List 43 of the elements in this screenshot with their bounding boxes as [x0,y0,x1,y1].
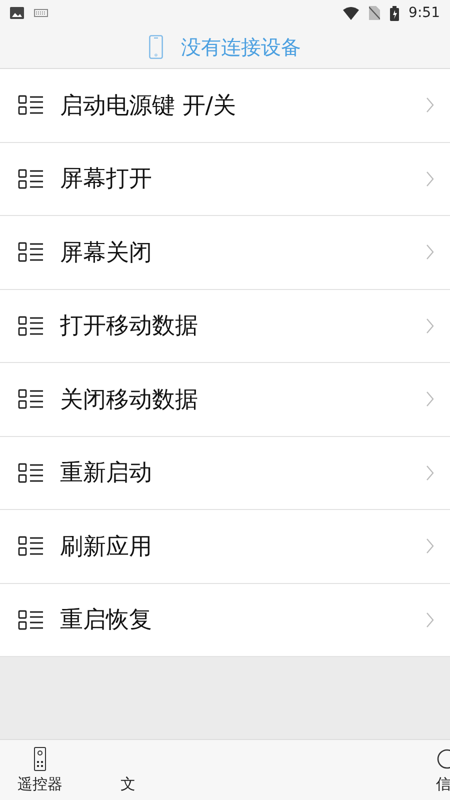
chevron-icon [426,97,434,114]
status-time: 9:51 [408,5,440,21]
command-label: 关闭移动数据 [60,386,199,415]
remote-icon [34,747,46,771]
list-icon [18,242,44,262]
command-label: 屏幕打开 [60,165,153,194]
tab-item[interactable]: 文 [80,740,176,800]
list-icon [18,536,44,556]
chevron-icon [426,464,434,481]
list-icon [18,168,44,189]
command-label: 屏幕关闭 [60,238,153,268]
command-item[interactable]: 刷新应用 [0,510,450,584]
chevron-icon [426,391,434,408]
list-icon [18,610,44,630]
wifi-icon [342,6,359,20]
command-item[interactable]: 重启恢复 [0,584,450,657]
list-icon [18,316,44,336]
chevron-icon [426,538,434,554]
battery-icon [390,6,399,20]
command-item[interactable]: 屏幕关闭 [0,216,450,290]
list-icon [18,389,44,410]
command-label: 刷新应用 [60,532,153,562]
command-item[interactable]: 启动电源键 开/关 [0,69,450,142]
command-item[interactable]: 打开移动数据 [0,290,450,363]
command-item[interactable]: 关闭移动数据 [0,363,450,436]
list-icon [18,462,44,483]
chevron-icon [426,170,434,187]
command-item[interactable]: 重新启动 [0,436,450,510]
chevron-icon [426,244,434,260]
command-label: 打开移动数据 [60,312,199,342]
tab-item[interactable]: 遥控器 [0,740,80,800]
no-sim-icon [368,6,380,20]
chevron-icon [426,612,434,628]
list-icon [18,95,44,116]
image-icon [10,7,24,19]
command-label: 重新启动 [60,459,153,488]
keyboard-icon [34,9,48,17]
command-item[interactable]: 屏幕打开 [0,142,450,216]
command-label: 重启恢复 [60,606,153,636]
chevron-icon [426,318,434,334]
phone-icon [149,35,163,59]
command-label: 启动电源键 开/关 [60,92,238,121]
header-title: 没有连接设备 [181,34,301,60]
